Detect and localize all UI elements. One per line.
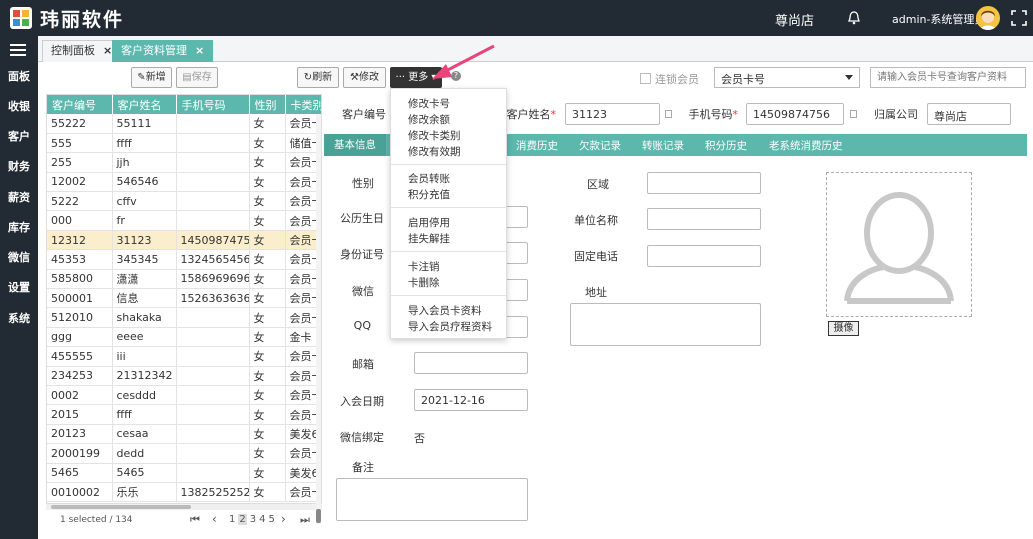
annotation-arrow-icon: [432, 44, 495, 79]
